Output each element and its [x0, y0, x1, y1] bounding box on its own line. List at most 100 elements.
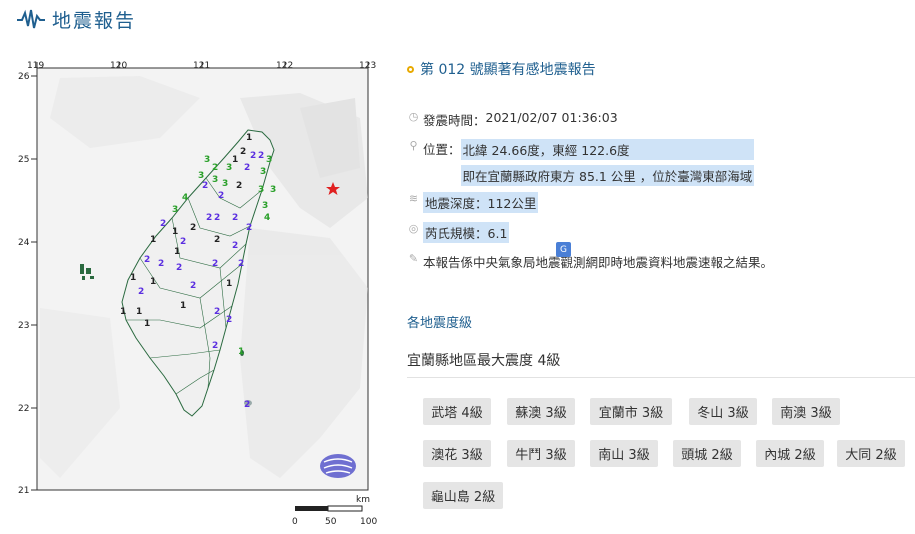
- x-tick: 121: [193, 61, 210, 71]
- page-header: 地震報告: [16, 6, 136, 32]
- origin-time-value: 2021/02/07 01:36:03: [485, 110, 618, 125]
- map-pin-icon: ⚲: [409, 139, 418, 152]
- svg-text:1: 1: [136, 307, 142, 317]
- location-row: ⚲ 位置： 北緯 24.66度，東經 122.6度 即在宜蘭縣政府東方 85.1…: [407, 139, 755, 186]
- note-row: ✎ 本報告係中央氣象局地震觀測網即時地震資料地震速報之結果。: [407, 252, 773, 271]
- pencil-icon: ✎: [408, 252, 419, 265]
- max-intensity: 宜蘭縣地區最大震度 4級: [407, 350, 915, 378]
- svg-text:4: 4: [182, 193, 188, 203]
- station-tile: 龜山島 2級: [423, 482, 503, 509]
- scale-label: 0: [292, 517, 298, 527]
- svg-text:2: 2: [180, 237, 186, 247]
- cwb-logo: [320, 454, 356, 478]
- svg-text:2: 2: [214, 213, 220, 223]
- station-tile: 頭城 2級: [673, 440, 741, 467]
- svg-text:2: 2: [226, 315, 232, 325]
- x-tick: 120: [110, 61, 127, 71]
- depth-value: 112公里: [487, 196, 537, 211]
- scale-bar: [295, 505, 363, 512]
- station-tile: 南澳 3級: [772, 398, 840, 425]
- svg-text:1: 1: [238, 347, 244, 357]
- page-title: 地震報告: [52, 9, 137, 32]
- location-coordinates: 北緯 24.66度，東經 122.6度: [460, 139, 755, 160]
- svg-text:3: 3: [212, 175, 218, 185]
- svg-text:2: 2: [202, 181, 208, 191]
- report-note: 本報告係中央氣象局地震觀測網即時地震資料地震速報之結果。: [423, 255, 774, 270]
- svg-text:2: 2: [176, 263, 182, 273]
- y-tick: 21: [18, 486, 29, 496]
- depth-text: 地震深度：112公里: [423, 192, 539, 213]
- svg-text:2: 2: [240, 147, 246, 157]
- svg-text:3: 3: [270, 185, 276, 195]
- svg-text:2: 2: [258, 151, 264, 161]
- scale-label: 50: [325, 517, 337, 527]
- station-tile: 冬山 3級: [689, 398, 757, 425]
- svg-text:1: 1: [144, 319, 150, 329]
- svg-text:1: 1: [120, 307, 126, 317]
- report-title-row: 第 012 號顯著有感地震報告: [407, 58, 915, 80]
- station-tile: 大同 2級: [837, 440, 905, 467]
- magnitude-row: ◎ 芮氏規模：6.1: [407, 222, 510, 243]
- scale-label: 100: [360, 517, 377, 527]
- depth-row: ≋ 地震深度：112公里: [407, 192, 539, 213]
- clock-icon: ◷: [408, 110, 419, 123]
- svg-text:2: 2: [244, 163, 250, 173]
- report-title: 第 012 號顯著有感地震報告: [420, 62, 596, 78]
- x-tick: 123: [359, 61, 376, 71]
- svg-text:1: 1: [150, 277, 156, 287]
- svg-text:2: 2: [246, 223, 252, 233]
- svg-text:2: 2: [206, 213, 212, 223]
- x-tick: 119: [27, 61, 44, 71]
- svg-text:2: 2: [218, 191, 224, 201]
- magnitude-label: 芮氏規模：: [425, 226, 488, 241]
- depth-icon: ≋: [408, 192, 419, 205]
- station-tile: 宜蘭市 3級: [590, 398, 672, 425]
- svg-text:2: 2: [236, 181, 242, 191]
- magnitude-icon: ◎: [408, 222, 419, 235]
- station-tile: 武塔 4級: [423, 398, 491, 425]
- svg-text:2: 2: [214, 235, 220, 245]
- intensity-map: 12 22 13 32 32 33 32 32 33 42 33 42 22 2…: [0, 58, 395, 530]
- svg-text:1: 1: [232, 155, 238, 165]
- svg-text:2: 2: [138, 287, 144, 297]
- svg-text:2: 2: [190, 223, 196, 233]
- svg-text:2: 2: [238, 259, 244, 269]
- x-tick: 122: [276, 61, 293, 71]
- svg-text:1: 1: [130, 273, 136, 283]
- svg-text:2: 2: [212, 341, 218, 351]
- svg-text:3: 3: [226, 163, 232, 173]
- svg-text:3: 3: [260, 167, 266, 177]
- y-tick: 25: [18, 155, 29, 165]
- svg-text:3: 3: [204, 155, 210, 165]
- svg-text:2: 2: [232, 241, 238, 251]
- svg-text:1: 1: [226, 279, 232, 289]
- report-panel: 第 012 號顯著有感地震報告 ◷ 發震時間： 2021/02/07 01:36…: [407, 58, 915, 509]
- svg-text:3: 3: [258, 185, 264, 195]
- intensity-section-title[interactable]: 各地震度級: [407, 312, 472, 331]
- station-tile: 內城 2級: [756, 440, 824, 467]
- bullet-icon: [407, 65, 414, 73]
- translate-icon[interactable]: G: [556, 242, 571, 257]
- origin-time-row: ◷ 發震時間： 2021/02/07 01:36:03: [407, 110, 618, 129]
- scale-unit: km: [356, 495, 370, 505]
- y-tick: 23: [18, 321, 29, 331]
- svg-text:3: 3: [198, 171, 204, 181]
- svg-text:2: 2: [160, 219, 166, 229]
- station-tile: 蘇澳 3級: [507, 398, 575, 425]
- station-tile: 澳花 3級: [423, 440, 491, 467]
- svg-text:2: 2: [250, 151, 256, 161]
- svg-text:2: 2: [158, 259, 164, 269]
- location-label: 位置：: [423, 142, 461, 157]
- depth-label: 地震深度：: [425, 196, 488, 211]
- svg-text:3: 3: [262, 201, 268, 211]
- station-tile: 牛鬥 3級: [507, 440, 575, 467]
- svg-text:3: 3: [222, 179, 228, 189]
- svg-text:1: 1: [150, 235, 156, 245]
- svg-text:2: 2: [144, 255, 150, 265]
- svg-text:2: 2: [244, 400, 250, 410]
- y-tick: 24: [18, 238, 30, 248]
- svg-text:3: 3: [172, 205, 178, 215]
- station-tile: 南山 3級: [590, 440, 658, 467]
- origin-time-label: 發震時間：: [423, 113, 486, 128]
- svg-text:1: 1: [180, 301, 186, 311]
